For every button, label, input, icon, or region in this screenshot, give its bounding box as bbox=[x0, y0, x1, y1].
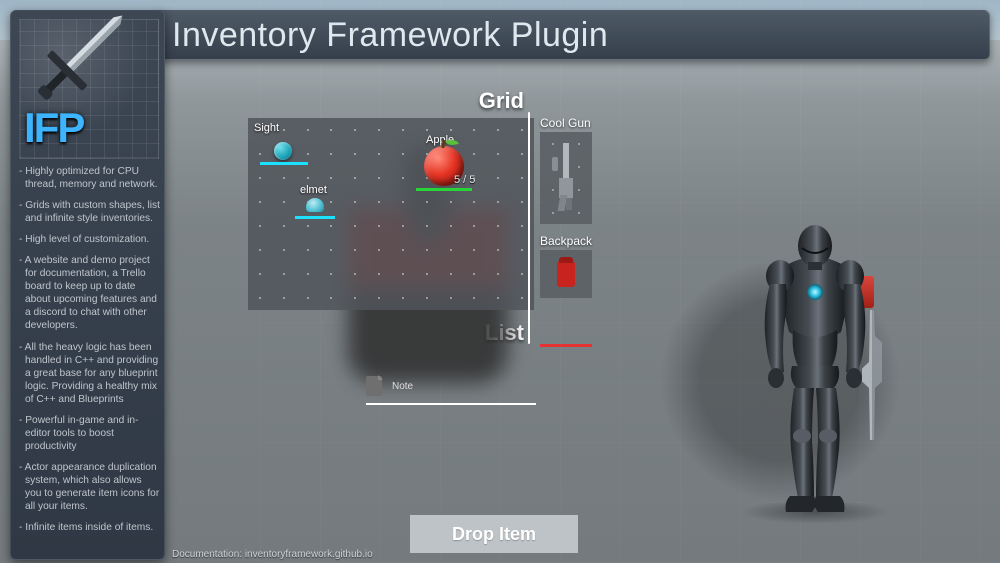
item-helmet-icon[interactable] bbox=[306, 198, 324, 212]
slot-label-gun: Cool Gun bbox=[540, 116, 606, 130]
equipment-slot-gun[interactable] bbox=[540, 132, 592, 224]
character-model bbox=[730, 218, 900, 518]
list-item[interactable]: Note bbox=[366, 372, 536, 400]
section-title-grid: Grid bbox=[248, 88, 534, 114]
item-sight-icon[interactable] bbox=[274, 142, 292, 160]
feature-item: All the heavy logic has been handled in … bbox=[19, 341, 160, 406]
feature-item: A website and demo project for documenta… bbox=[19, 254, 160, 332]
feature-item: Highly optimized for CPU thread, memory … bbox=[19, 165, 160, 191]
list-item-label: Note bbox=[392, 381, 536, 392]
backpack-icon bbox=[557, 261, 575, 287]
equipment-panel: Cool Gun Backpack bbox=[534, 112, 612, 344]
logo-text: IFP bbox=[24, 104, 83, 152]
logo-box: IFP bbox=[19, 19, 159, 159]
item-label-helmet: elmet bbox=[300, 184, 327, 196]
inventory-list[interactable]: Note bbox=[366, 372, 536, 405]
feature-item: Actor appearance duplication system, whi… bbox=[19, 461, 160, 513]
side-panel: IFP Highly optimized for CPU thread, mem… bbox=[10, 10, 165, 560]
slot-label-backpack: Backpack bbox=[540, 234, 606, 248]
item-label-sight: Sight bbox=[254, 122, 279, 134]
title-bar: Inventory Framework Plugin bbox=[155, 10, 990, 60]
slot-backpack-highlight bbox=[540, 344, 592, 347]
inventory-grid[interactable]: Sight Apple 5 / 5 elmet bbox=[248, 118, 534, 310]
stage: Inventory Framework Plugin IFP Highly op… bbox=[0, 0, 1000, 563]
item-apple-count: 5 / 5 bbox=[454, 174, 475, 186]
feature-item: Infinite items inside of items. bbox=[19, 521, 160, 534]
list-underline bbox=[366, 403, 536, 405]
drop-item-button[interactable]: Drop Item bbox=[410, 515, 578, 553]
feature-list: Highly optimized for CPU thread, memory … bbox=[19, 165, 160, 534]
feature-item: High level of customization. bbox=[19, 233, 160, 246]
item-sight-highlight bbox=[260, 162, 308, 165]
item-helmet-highlight bbox=[295, 216, 335, 219]
page-title: Inventory Framework Plugin bbox=[172, 16, 608, 55]
note-icon bbox=[366, 376, 382, 396]
item-apple-highlight bbox=[416, 188, 472, 191]
documentation-link[interactable]: Documentation: inventoryframework.github… bbox=[172, 549, 373, 560]
feature-item: Grids with custom shapes, list and infin… bbox=[19, 199, 160, 225]
equipment-slot-backpack[interactable] bbox=[540, 250, 592, 298]
gun-icon bbox=[556, 143, 576, 213]
feature-item: Powerful in-game and in-editor tools to … bbox=[19, 414, 160, 453]
